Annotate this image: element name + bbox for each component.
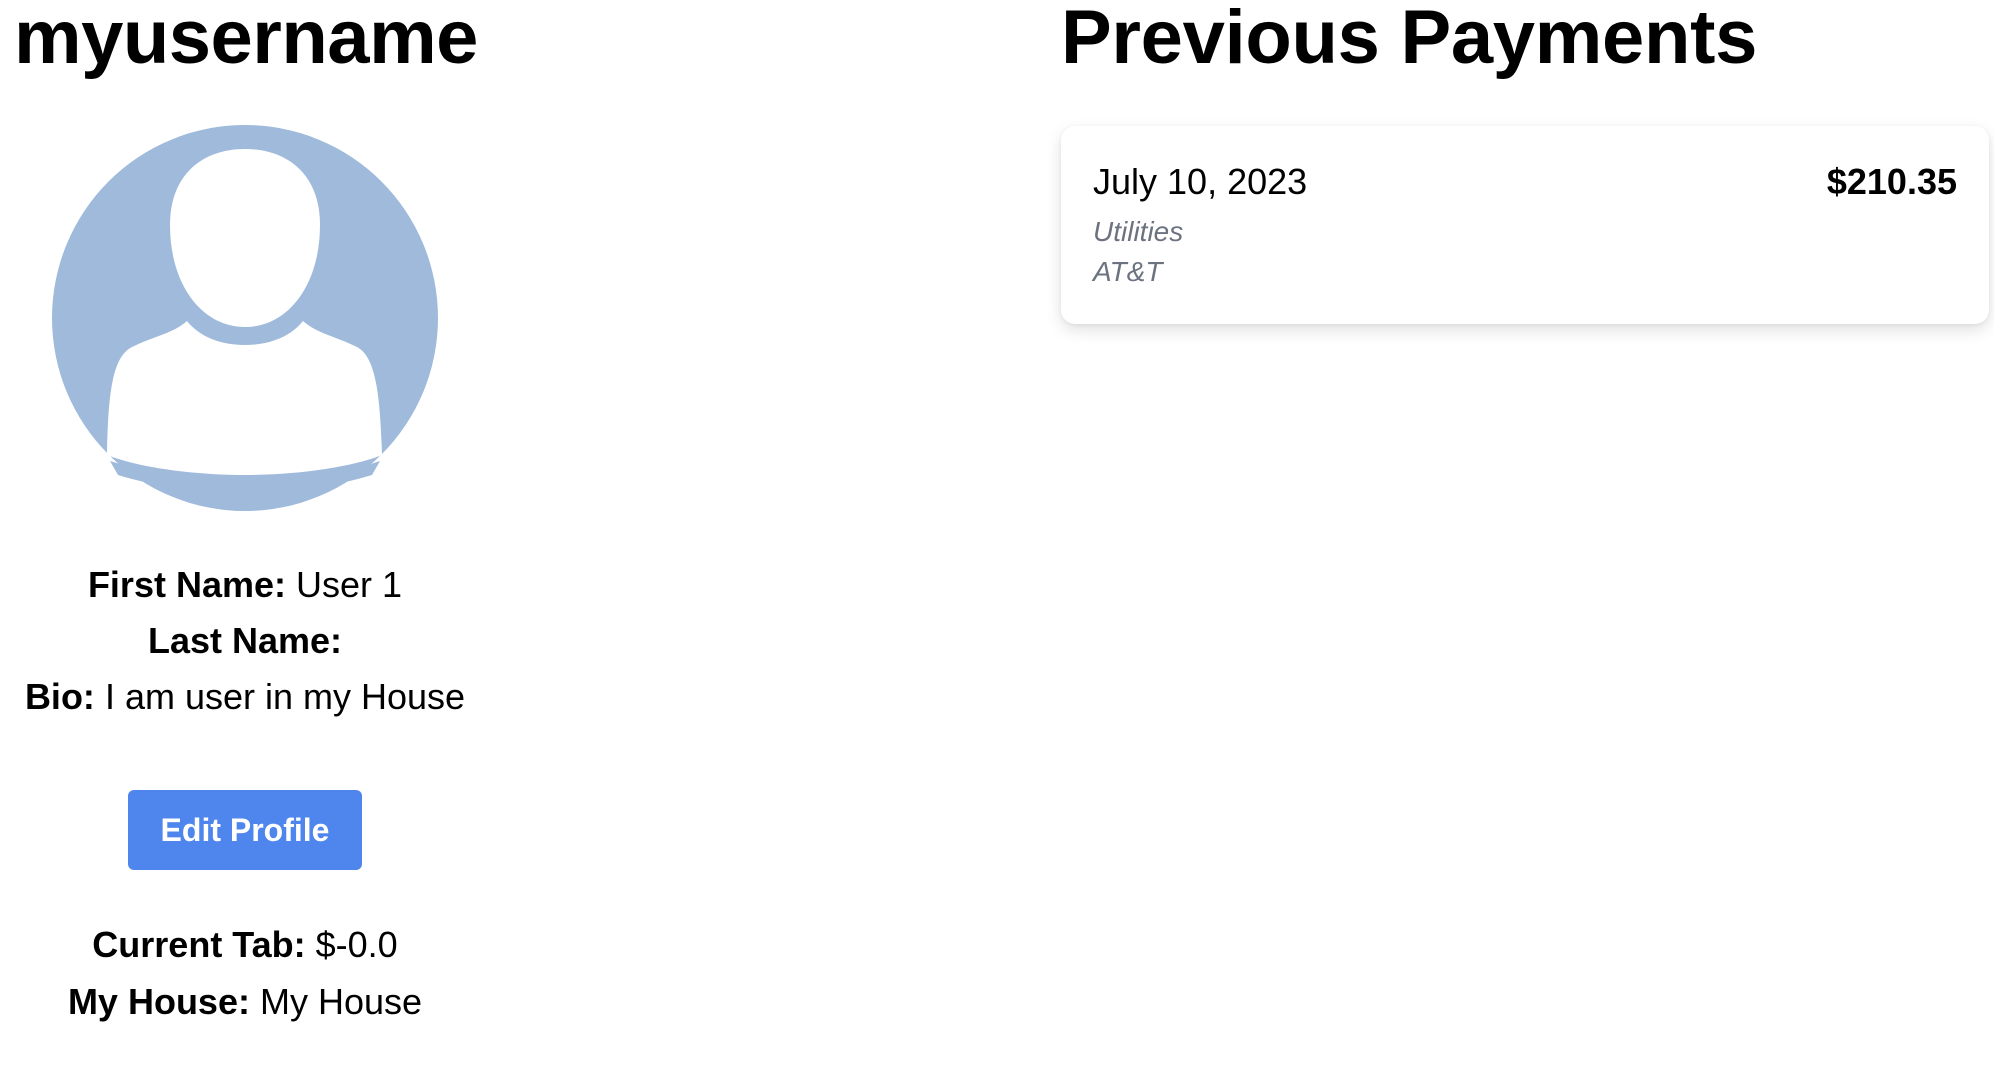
payment-card[interactable]: July 10, 2023 $210.35 Utilities AT&T <box>1061 126 1989 324</box>
current-tab-label: Current Tab: <box>92 924 306 965</box>
bio-value: I am user in my House <box>104 676 466 717</box>
payment-date: July 10, 2023 <box>1093 161 1308 202</box>
bio-row: Bio: I am user in my House <box>0 675 490 719</box>
first-name-label: First Name: <box>87 564 286 605</box>
payment-payee: AT&T <box>1093 256 1163 287</box>
username-heading: myusername <box>14 0 478 80</box>
payment-category: Utilities <box>1093 216 1184 247</box>
last-name-label: Last Name: <box>147 620 343 661</box>
payment-amount: $210.35 <box>1826 161 1957 202</box>
last-name-row: Last Name: <box>0 619 490 663</box>
avatar <box>52 125 438 511</box>
edit-profile-button[interactable]: Edit Profile <box>128 790 362 870</box>
my-house-label: My House: <box>67 981 250 1022</box>
first-name-row: First Name: User 1 <box>0 563 490 607</box>
my-house-value: My House <box>259 981 423 1022</box>
default-user-avatar-icon <box>52 125 438 511</box>
profile-page: myusername First Name: User 1 Last Name:… <box>0 0 1994 1065</box>
bio-label: Bio: <box>24 676 95 717</box>
my-house-row: My House: My House <box>0 980 490 1024</box>
previous-payments-heading: Previous Payments <box>1061 0 1758 80</box>
current-tab-row: Current Tab: $-0.0 <box>0 923 490 967</box>
current-tab-value: $-0.0 <box>315 924 398 965</box>
first-name-value: User 1 <box>296 564 403 605</box>
